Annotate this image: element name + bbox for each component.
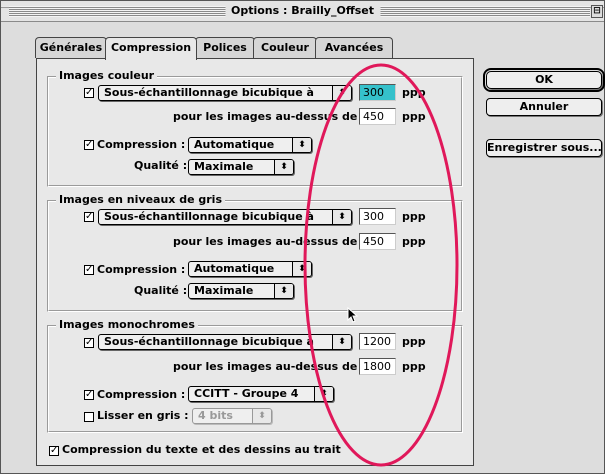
tab-couleur[interactable]: Couleur: [253, 37, 317, 58]
tab-compression[interactable]: Compression: [105, 37, 197, 60]
popup-arrow-icon: ⬍: [292, 262, 311, 276]
gray-resample-checkbox[interactable]: [84, 212, 94, 222]
color-resample-method-select[interactable]: Sous-échantillonnage bicubique à ⬍: [98, 85, 352, 101]
color-resample-unit: ppp: [402, 86, 426, 99]
color-compression-checkbox[interactable]: [84, 140, 94, 150]
mono-images-title: Images monochromes: [56, 318, 198, 332]
window-title: Options : Brailly_Offset: [225, 4, 380, 18]
popup-arrow-icon: ⬍: [332, 86, 351, 100]
gray-quality-label: Qualité :: [134, 284, 188, 297]
ok-button[interactable]: OK: [483, 68, 605, 92]
gray-resample-unit: ppp: [402, 210, 426, 223]
mono-smooth-select[interactable]: 4 bits ⬍: [192, 408, 272, 424]
popup-arrow-icon: ⬍: [332, 335, 351, 349]
color-compression-label: Compression :: [97, 138, 186, 151]
color-threshold-unit: ppp: [402, 110, 426, 123]
tab-avancees[interactable]: Avancées: [315, 37, 393, 58]
popup-arrow-icon: ⬍: [332, 210, 351, 224]
color-threshold-field[interactable]: 450: [359, 108, 396, 125]
mono-resample-unit: ppp: [402, 335, 426, 348]
zoom-box-icon[interactable]: ⊟: [591, 5, 603, 18]
tab-polices[interactable]: Polices: [195, 37, 255, 58]
cancel-button[interactable]: Annuler: [486, 98, 602, 116]
mono-resample-method-value: Sous-échantillonnage bicubique à: [104, 335, 314, 348]
mono-resample-checkbox[interactable]: [84, 338, 94, 348]
gray-resample-method-select[interactable]: Sous-échantillonnage bicubique à ⬍: [98, 209, 352, 225]
mono-resample-method-select[interactable]: Sous-échantillonnage bicubique à ⬍: [98, 334, 352, 350]
popup-arrow-icon: ⬍: [314, 387, 333, 401]
text-compression-label: Compression du texte et des dessins au t…: [62, 443, 341, 456]
tab-generales[interactable]: Générales: [35, 37, 107, 58]
gray-compression-value: Automatique: [194, 262, 275, 275]
color-resample-checkbox[interactable]: [84, 88, 94, 98]
mono-compression-select[interactable]: CCITT - Groupe 4 ⬍: [188, 386, 334, 402]
mono-threshold-label: pour les images au-dessus de :: [173, 360, 366, 373]
color-resample-method-value: Sous-échantillonnage bicubique à: [104, 86, 314, 99]
gray-compression-label: Compression :: [97, 263, 186, 276]
mono-resample-field[interactable]: 1200: [359, 333, 396, 350]
mono-threshold-field[interactable]: 1800: [359, 358, 396, 375]
popup-arrow-icon: ⬍: [292, 138, 311, 152]
mono-compression-value: CCITT - Groupe 4: [194, 387, 299, 400]
gray-images-title: Images en niveaux de gris: [56, 193, 226, 207]
color-compression-select[interactable]: Automatique ⬍: [188, 137, 312, 153]
popup-arrow-icon: ⬍: [252, 409, 271, 423]
mono-smooth-value: 4 bits: [198, 409, 233, 422]
mono-smooth-checkbox[interactable]: [84, 412, 94, 422]
color-threshold-label: pour les images au-dessus de :: [173, 110, 366, 123]
color-quality-value: Maximale: [194, 160, 254, 173]
gray-threshold-label: pour les images au-dessus de :: [173, 235, 366, 248]
text-compression-checkbox[interactable]: [49, 446, 59, 456]
mono-compression-label: Compression :: [97, 388, 186, 401]
gray-threshold-unit: ppp: [402, 235, 426, 248]
gray-quality-select[interactable]: Maximale ⬍: [188, 283, 294, 299]
color-images-title: Images couleur: [56, 69, 158, 83]
popup-arrow-icon: ⬍: [274, 284, 293, 298]
color-resample-field[interactable]: 300: [359, 84, 396, 101]
gray-resample-field[interactable]: 300: [359, 208, 396, 225]
popup-arrow-icon: ⬍: [274, 160, 293, 174]
mono-compression-checkbox[interactable]: [84, 390, 94, 400]
color-quality-label: Qualité :: [134, 159, 188, 172]
gray-threshold-field[interactable]: 450: [359, 233, 396, 250]
title-bar[interactable]: Options : Brailly_Offset ⊟: [1, 1, 604, 22]
gray-compression-checkbox[interactable]: [84, 265, 94, 275]
mouse-cursor-icon: [347, 307, 359, 323]
gray-compression-select[interactable]: Automatique ⬍: [188, 261, 312, 277]
mono-threshold-unit: ppp: [402, 360, 426, 373]
color-compression-value: Automatique: [194, 138, 275, 151]
gray-quality-value: Maximale: [194, 284, 254, 297]
color-quality-select[interactable]: Maximale ⬍: [188, 159, 294, 175]
save-as-button[interactable]: Enregistrer sous...: [486, 139, 602, 157]
gray-resample-method-value: Sous-échantillonnage bicubique à: [104, 210, 314, 223]
mono-smooth-label: Lisser en gris :: [97, 409, 189, 422]
options-dialog: Options : Brailly_Offset ⊟ Générales Com…: [0, 0, 605, 474]
